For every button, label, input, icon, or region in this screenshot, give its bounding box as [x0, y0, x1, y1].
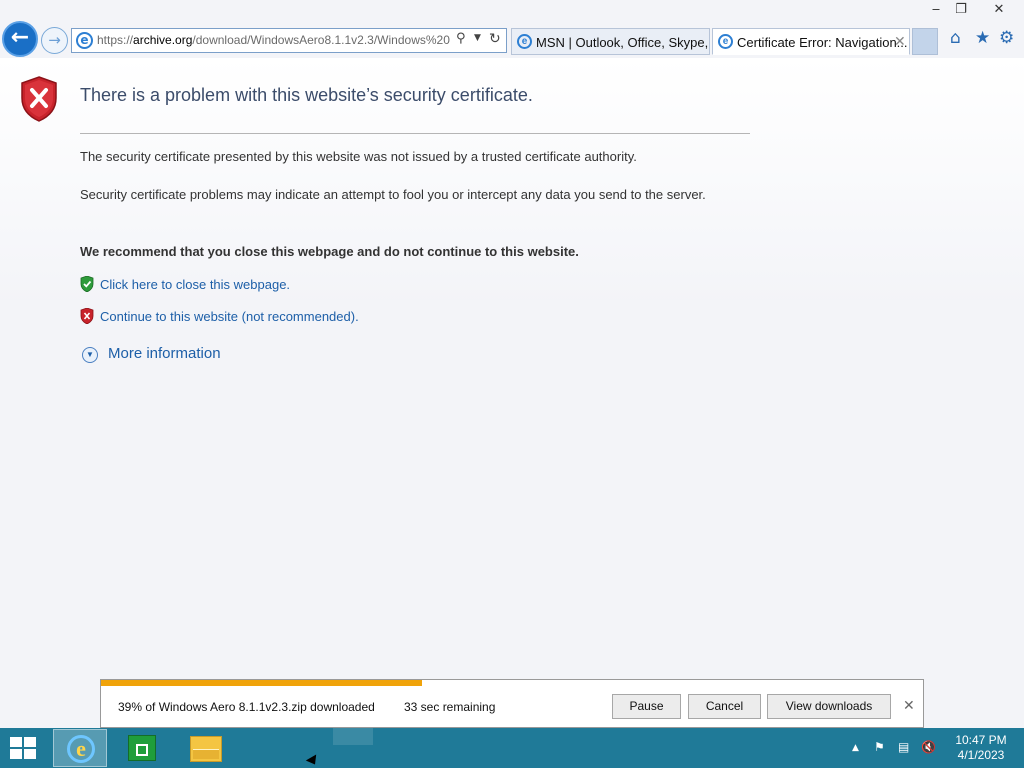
tab-msn[interactable]: e MSN | Outlook, Office, Skype, ...	[511, 28, 710, 55]
store-bag-icon	[136, 744, 148, 756]
url-host: archive.org	[133, 33, 193, 47]
chevron-down-icon[interactable]: ▼	[474, 33, 481, 43]
divider	[80, 133, 750, 134]
restore-button[interactable]: ❐	[947, 0, 975, 20]
close-icon[interactable]: ✕	[894, 33, 906, 50]
internet-explorer-icon: e	[67, 735, 95, 763]
download-status: 39% of Windows Aero 8.1.1v2.3.zip downlo…	[118, 700, 375, 714]
view-downloads-button[interactable]: View downloads	[767, 694, 891, 719]
gear-icon[interactable]: ⚙	[999, 28, 1014, 48]
more-information-label[interactable]: More information	[108, 345, 221, 362]
taskbar-store[interactable]	[128, 735, 156, 761]
cancel-button[interactable]: Cancel	[688, 694, 761, 719]
search-icon[interactable]: ⚲	[456, 31, 466, 46]
cert-warning: Security certificate problems may indica…	[80, 187, 706, 202]
show-hidden-icons-icon[interactable]: ▲	[852, 743, 859, 753]
download-progress-bar	[101, 680, 422, 686]
cert-explanation: The security certificate presented by th…	[80, 149, 637, 164]
ie-page-icon: e	[718, 34, 733, 49]
folder-icon	[193, 749, 219, 759]
minimize-button[interactable]: ‒	[922, 0, 950, 20]
action-center-flag-icon[interactable]: ⚑	[874, 740, 885, 754]
taskbar-thumbnail-ghost	[333, 728, 373, 745]
download-time-remaining: 33 sec remaining	[404, 700, 496, 714]
home-icon[interactable]: ⌂	[950, 28, 961, 48]
close-link-label[interactable]: Click here to close this webpage.	[100, 277, 290, 292]
windows-logo-pane	[10, 749, 22, 759]
windows-logo-pane	[10, 737, 22, 747]
clock-time: 10:47 PM	[955, 733, 1007, 747]
url-path: /download/WindowsAero8.1.1v2.3/Windows%2…	[192, 33, 450, 47]
ie-page-icon: e	[517, 34, 532, 49]
volume-muted-icon[interactable]: 🔇	[921, 740, 936, 754]
url-scheme: https://	[97, 33, 134, 47]
chevron-down-icon[interactable]: ▼	[82, 347, 98, 363]
clock-date: 4/1/2023	[957, 748, 1005, 762]
shield-error-icon	[80, 308, 94, 324]
recommendation-text: We recommend that you close this webpage…	[80, 244, 579, 259]
refresh-icon[interactable]: ↻	[489, 31, 501, 47]
taskbar-internet-explorer[interactable]: e	[53, 729, 107, 767]
windows-logo-pane	[24, 749, 36, 759]
new-tab-button[interactable]	[912, 28, 938, 55]
system-clock[interactable]: 10:47 PM 4/1/2023	[948, 733, 1014, 763]
download-notification-bar: 39% of Windows Aero 8.1.1v2.3.zip downlo…	[100, 679, 924, 728]
start-button[interactable]	[10, 737, 38, 761]
address-bar[interactable]: e https://archive.org/download/WindowsAe…	[71, 28, 507, 53]
continue-link-label[interactable]: Continue to this website (not recommende…	[100, 309, 359, 324]
shield-error-icon	[21, 76, 57, 122]
ie-page-icon: e	[76, 32, 93, 49]
address-url[interactable]: https://archive.org/download/WindowsAero…	[97, 33, 453, 51]
shield-check-icon	[80, 276, 94, 292]
mouse-cursor-icon	[305, 754, 321, 768]
forward-button[interactable]: →	[41, 27, 68, 54]
pause-button[interactable]: Pause	[612, 694, 681, 719]
favorites-star-icon[interactable]: ★	[975, 28, 990, 48]
back-button[interactable]: ←	[2, 21, 38, 57]
tab-label: MSN | Outlook, Office, Skype, ...	[536, 35, 710, 50]
windows-logo-pane	[24, 737, 36, 747]
close-window-button[interactable]: ✕	[984, 0, 1014, 20]
close-icon[interactable]: ✕	[903, 698, 915, 714]
tab-label: Certificate Error: Navigation...	[737, 35, 908, 50]
network-icon[interactable]: ▤	[898, 740, 909, 754]
page-title: There is a problem with this website’s s…	[80, 85, 533, 105]
taskbar-file-explorer[interactable]	[190, 736, 222, 762]
browser-chrome: ‒ ❐ ✕ ← → e https://archive.org/download…	[0, 0, 1024, 58]
tab-certificate-error[interactable]: e Certificate Error: Navigation... ✕	[712, 28, 910, 55]
taskbar: e ▲ ⚑ ▤ 🔇 10:47 PM 4/1/2023	[0, 728, 1024, 768]
page-content: There is a problem with this website’s s…	[0, 58, 1024, 678]
